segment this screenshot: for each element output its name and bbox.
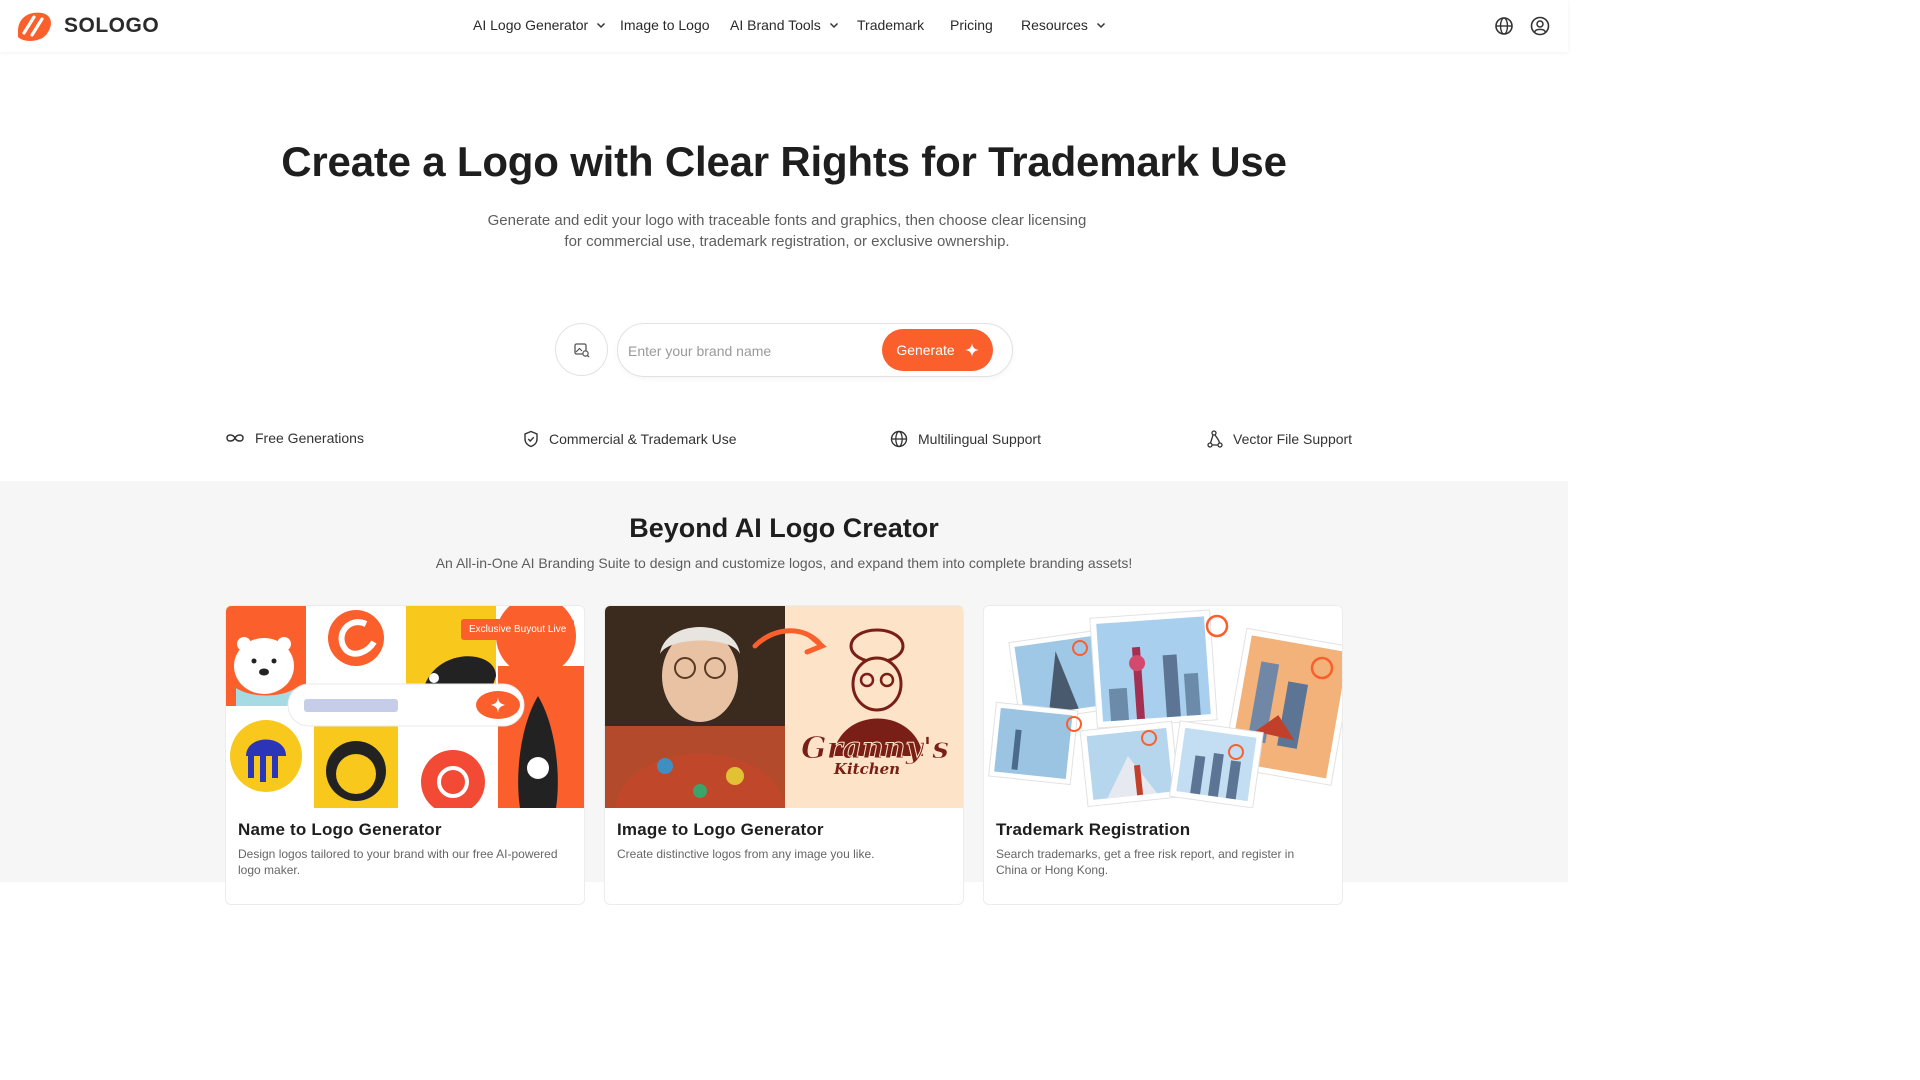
chevron-down-icon [1096, 22, 1105, 29]
card-image-logo-collage: Exclusive Buyout Live [226, 606, 584, 808]
section-title: Beyond AI Logo Creator [629, 513, 939, 543]
card-title: Trademark Registration [996, 820, 1191, 839]
top-navbar: SOLOGO AI Logo Generator Image to Logo A… [0, 0, 1568, 52]
feature-item: Vector File Support [1207, 430, 1352, 448]
card-image-postcards [984, 606, 1342, 808]
exclusive-buyout-badge: Exclusive Buyout Live [461, 619, 575, 640]
image-search-icon [573, 342, 589, 357]
globe-icon [890, 430, 908, 448]
shield-check-icon [524, 430, 538, 448]
card-title: Image to Logo Generator [617, 820, 824, 839]
feature-label: Free Generations [255, 430, 364, 446]
nav-resources[interactable]: Resources [1021, 17, 1106, 33]
card-trademark-registration[interactable]: Trademark Registration Search trademarks… [983, 605, 1343, 905]
section-subtitle: An All-in-One AI Branding Suite to desig… [435, 555, 1133, 571]
nav-label: Trademark [857, 17, 925, 33]
card-description: Design logos tailored to your brand with… [238, 847, 558, 877]
card-description: Search trademarks, get a free risk repor… [996, 847, 1295, 877]
card-name-to-logo[interactable]: Exclusive Buyout Live Name to Logo Gener… [225, 605, 585, 905]
feature-label: Commercial & Trademark Use [549, 431, 737, 447]
feature-item: Commercial & Trademark Use [523, 430, 737, 448]
sparkle-icon [964, 343, 979, 357]
image-upload-button[interactable] [555, 323, 608, 376]
chevron-down-icon [829, 22, 838, 29]
feature-item: Multilingual Support [890, 430, 1041, 448]
card-description: Create distinctive logos from any image … [617, 847, 875, 861]
nav-trademark[interactable]: Trademark [857, 17, 924, 33]
vector-nodes-icon [1207, 430, 1223, 448]
card-image-to-logo[interactable]: Granny's Kitchen Image to Logo Generator… [604, 605, 964, 905]
card-title: Name to Logo Generator [238, 820, 442, 839]
nav-label: Pricing [950, 17, 993, 33]
nav-ai-brand-tools[interactable]: AI Brand Tools [730, 17, 839, 33]
nav-label: AI Brand Tools [730, 17, 821, 33]
branding-suite-section: Beyond AI Logo Creator An All-in-One AI … [0, 481, 1568, 905]
hero-subtitle: Generate and edit your logo with traceab… [487, 212, 1087, 250]
nav-pricing[interactable]: Pricing [950, 17, 993, 33]
nav-label: Resources [1021, 17, 1088, 33]
brand-name-input[interactable] [628, 337, 878, 365]
image-to-logo-illustration: Granny's Kitchen [605, 606, 963, 808]
card-image-granny: Granny's Kitchen [605, 606, 963, 808]
infinity-icon [226, 434, 244, 442]
chevron-down-icon [597, 22, 606, 29]
nav-image-to-logo[interactable]: Image to Logo [620, 17, 710, 33]
hero-title: Create a Logo with Clear Rights for Trad… [281, 138, 1287, 185]
generate-label: Generate [896, 342, 955, 358]
feature-label: Multilingual Support [918, 431, 1041, 447]
feature-list: Free Generations Commercial & Trademark … [0, 430, 1568, 454]
kitchen-logo-text: Kitchen [833, 760, 900, 778]
trademark-postcards-illustration [984, 606, 1342, 808]
nav-label: Image to Logo [620, 17, 710, 33]
nav-label: AI Logo Generator [473, 17, 589, 33]
brand-name-search: Generate [617, 323, 1013, 377]
nav-ai-logo-generator[interactable]: AI Logo Generator [473, 17, 606, 33]
main-nav: AI Logo Generator Image to Logo AI Brand… [0, 0, 1568, 52]
generate-button[interactable]: Generate [882, 329, 993, 371]
feature-label: Vector File Support [1233, 431, 1353, 447]
globe-icon[interactable] [1493, 15, 1515, 37]
user-circle-icon[interactable] [1529, 15, 1551, 37]
feature-item: Free Generations [225, 430, 364, 446]
